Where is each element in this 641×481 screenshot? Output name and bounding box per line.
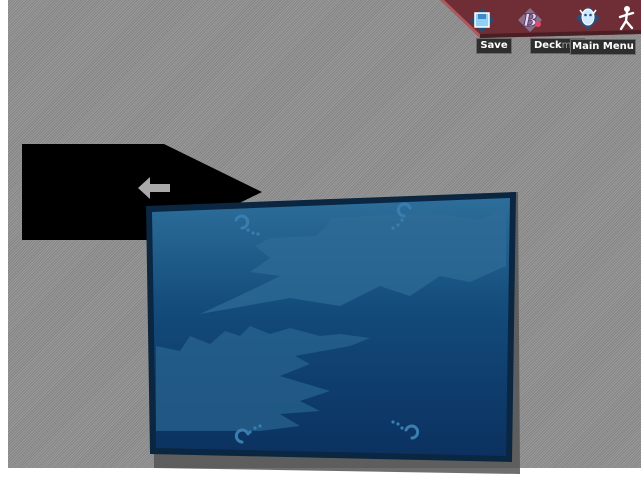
main-menu-button[interactable] bbox=[612, 4, 640, 32]
gem-figure-icon bbox=[576, 6, 600, 30]
deck-b-icon: B bbox=[518, 8, 542, 32]
save-button[interactable] bbox=[468, 6, 496, 34]
top-toolbar: B Save Deckme Main Menu bbox=[440, 0, 641, 60]
face-down-card[interactable] bbox=[140, 186, 520, 466]
deck-button[interactable]: B bbox=[516, 6, 544, 34]
running-figure-icon bbox=[618, 6, 635, 31]
save-label[interactable]: Save bbox=[476, 38, 512, 54]
face-down-card-back bbox=[146, 192, 516, 462]
main-menu-label[interactable]: Main Menu bbox=[570, 39, 636, 55]
deck-label-text: Deck bbox=[534, 40, 562, 51]
game-screen: B Save Deckme Main Menu bbox=[0, 0, 641, 481]
svg-text:B: B bbox=[522, 11, 537, 31]
options-button[interactable] bbox=[574, 4, 602, 32]
save-disk-icon bbox=[470, 8, 494, 32]
